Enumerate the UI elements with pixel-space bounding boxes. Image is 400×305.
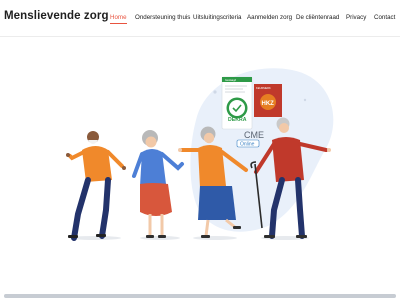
hkz-title-text: KEURMERK xyxy=(256,86,271,90)
dancing-man-orange xyxy=(66,131,126,241)
hero-section: Geslaagd DEKRA KEURMERK HKZ CME Online xyxy=(0,37,400,300)
site-header: Menslievende zorg Home Ondersteuning thu… xyxy=(0,0,400,37)
dekra-certificate-badge: Geslaagd DEKRA xyxy=(221,76,253,130)
dancing-woman-blue xyxy=(132,130,184,238)
nav-item-home[interactable]: Home xyxy=(110,14,127,24)
nav-item-clientenraad[interactable]: De cliëntenraad xyxy=(296,14,339,21)
nav-item-aanmelden-zorg[interactable]: Aanmelden zorg xyxy=(247,14,292,21)
nav-item-contact[interactable]: Contact xyxy=(374,14,395,21)
nav-item-ondersteuning-thuis[interactable]: Ondersteuning thuis xyxy=(135,14,190,21)
hkz-initials: HKZ xyxy=(262,101,275,107)
cme-sublabel: Online xyxy=(240,142,255,148)
dancing-seniors-illustration: Geslaagd DEKRA KEURMERK HKZ CME Online xyxy=(66,68,334,241)
horizontal-scrollbar[interactable] xyxy=(4,294,396,298)
cme-label: CME xyxy=(244,130,264,140)
dekra-brand-text: DEKRA xyxy=(228,117,247,123)
dekra-top-text: Geslaagd xyxy=(225,78,237,82)
site-logo[interactable]: Menslievende zorg xyxy=(4,10,109,22)
scrollbar-thumb[interactable] xyxy=(4,294,396,298)
hkz-keurmerk-badge: KEURMERK HKZ xyxy=(254,84,282,117)
nav-item-uitsluitingscriteria[interactable]: Uitsluitingscriteria xyxy=(193,14,241,21)
nav-item-privacy[interactable]: Privacy xyxy=(346,14,366,21)
